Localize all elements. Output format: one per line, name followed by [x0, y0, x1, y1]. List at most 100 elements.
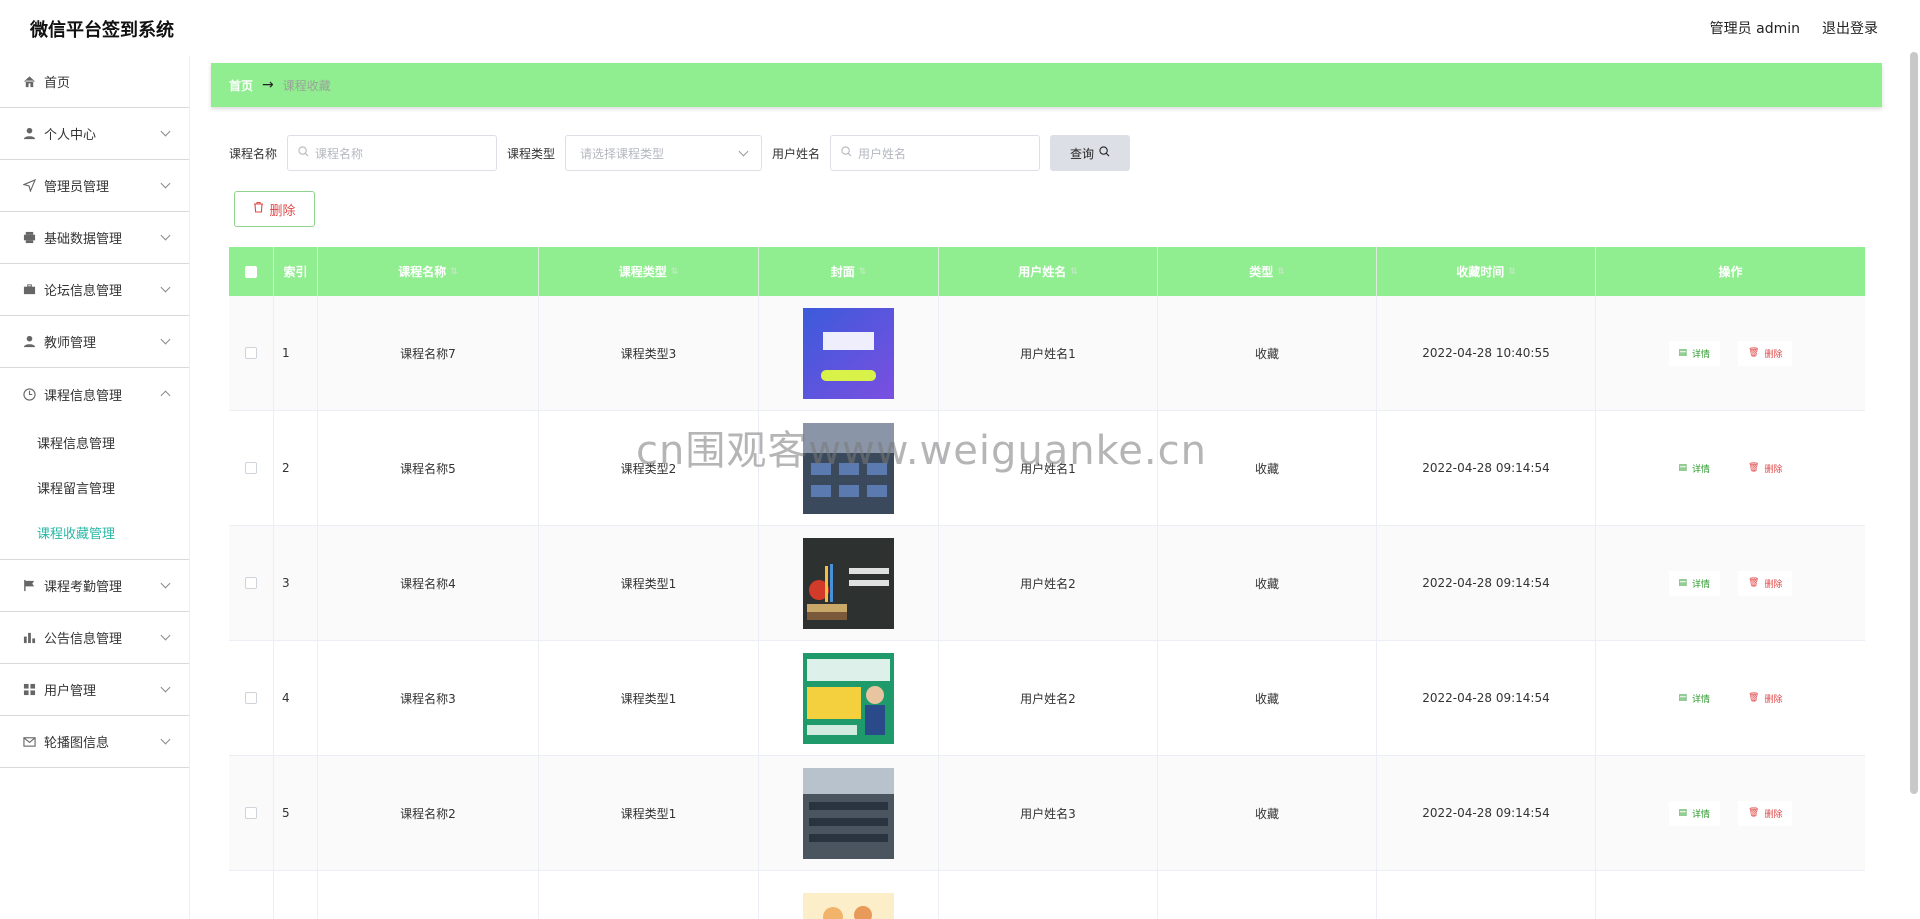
- cell-actions: [1596, 871, 1865, 919]
- detail-button[interactable]: ▤ 详情: [1668, 800, 1721, 826]
- course-type-select[interactable]: 请选择课程类型: [565, 135, 763, 171]
- cell-time: 2022-04-28 09:14:54: [1377, 756, 1596, 870]
- user-name-input[interactable]: 用户姓名: [830, 135, 1041, 171]
- sidebar-item-label: 课程信息管理: [44, 388, 123, 404]
- chevron-down-icon: [160, 178, 171, 189]
- favorites-table: 索引 课程名称 ⇅ 课程类型 ⇅ 封面 ⇅ 用户姓名 ⇅ 类型 ⇅ 收藏时间 ⇅ 操作 1 …: [229, 247, 1865, 919]
- submenu-course-message[interactable]: 课程留言管理: [0, 465, 189, 510]
- header-cover[interactable]: 封面 ⇅: [759, 247, 939, 296]
- header-label: 课程名称: [398, 265, 447, 279]
- page-scrollbar[interactable]: [1910, 52, 1918, 794]
- detail-button[interactable]: ▤ 详情: [1668, 340, 1721, 366]
- header-kind[interactable]: 类型 ⇅: [1158, 247, 1377, 296]
- sidebar-item-course-info[interactable]: 课程信息管理: [0, 368, 189, 420]
- document-icon: ▤: [1678, 693, 1688, 703]
- cell-user-name: 用户姓名3: [939, 756, 1158, 870]
- trash-icon: 🗑: [1748, 693, 1760, 703]
- detail-button[interactable]: ▤ 详情: [1668, 455, 1721, 481]
- header-label: 封面: [830, 265, 855, 279]
- cover-image[interactable]: [803, 767, 894, 859]
- sidebar-item-user[interactable]: 用户管理: [0, 664, 189, 716]
- chevron-down-icon: [160, 734, 171, 745]
- cover-image[interactable]: [803, 893, 894, 919]
- header-course-name[interactable]: 课程名称 ⇅: [318, 247, 539, 296]
- send-icon: [22, 179, 36, 193]
- detail-button[interactable]: ▤ 详情: [1668, 570, 1721, 596]
- course-name-input[interactable]: 课程名称: [287, 135, 498, 171]
- row-checkbox[interactable]: [245, 347, 257, 359]
- document-icon: ▤: [1678, 808, 1688, 818]
- delete-button[interactable]: 🗑 删除: [1738, 570, 1793, 596]
- submenu-course-info[interactable]: 课程信息管理: [0, 420, 189, 465]
- delete-label: 删除: [1764, 579, 1783, 590]
- delete-button[interactable]: 🗑 删除: [1738, 685, 1793, 711]
- sort-icon: ⇅: [450, 266, 458, 277]
- row-checkbox[interactable]: [245, 807, 257, 819]
- sidebar-item-basic-data[interactable]: 基础数据管理: [0, 212, 189, 264]
- cell-index: 1: [274, 296, 318, 410]
- row-checkbox[interactable]: [245, 462, 257, 474]
- cover-image[interactable]: [803, 537, 894, 629]
- sidebar-item-attendance[interactable]: 课程考勤管理: [0, 560, 189, 612]
- cell-course-name: 课程名称5: [318, 411, 539, 525]
- submenu-course-favorite[interactable]: 课程收藏管理: [0, 510, 189, 555]
- sidebar-item-home[interactable]: 首页: [0, 56, 189, 108]
- row-checkbox[interactable]: [245, 692, 257, 704]
- sidebar-item-label: 公告信息管理: [44, 632, 123, 647]
- cover-image[interactable]: [803, 652, 894, 744]
- cell-course-name: 课程名称3: [318, 641, 539, 755]
- sidebar-item-carousel[interactable]: 轮播图信息: [0, 716, 189, 768]
- main-content: 课程名称 课程名称 课程类型 请选择课程类型 用户姓名 用户姓名 查询 删除 索…: [211, 112, 1882, 919]
- batch-delete-button[interactable]: 删除: [234, 191, 315, 227]
- table-row: 4 课程名称3 课程类型1 用户姓名2 收藏 2022-04-28 09:14:…: [229, 641, 1865, 756]
- clock-icon: [22, 387, 36, 401]
- cell-user-name: 用户姓名2: [939, 641, 1158, 755]
- course-name-placeholder: 课程名称: [315, 146, 364, 161]
- sort-icon: ⇅: [1070, 266, 1078, 277]
- sidebar-item-admin-management[interactable]: 管理员管理: [0, 160, 189, 212]
- cell-course-name: 课程名称7: [318, 296, 539, 410]
- cell-cover: [759, 411, 939, 525]
- header-user-name[interactable]: 用户姓名 ⇅: [939, 247, 1158, 296]
- breadcrumb-home[interactable]: 首页: [229, 77, 253, 94]
- cover-image[interactable]: [803, 422, 894, 514]
- printer-icon: [22, 231, 36, 245]
- cell-time: 2022-04-28 09:14:54: [1377, 526, 1596, 640]
- cell-cover: [759, 526, 939, 640]
- table-row: 3 课程名称4 课程类型1 用户姓名2 收藏 2022-04-28 09:14:…: [229, 526, 1865, 641]
- grid-icon: [22, 683, 36, 697]
- sidebar-item-teacher[interactable]: 教师管理: [0, 316, 189, 368]
- delete-button[interactable]: 🗑 删除: [1738, 800, 1793, 826]
- cell-course-type: 课程类型1: [539, 641, 759, 755]
- cover-image[interactable]: [803, 307, 894, 399]
- cell-course-name: 课程名称4: [318, 526, 539, 640]
- header-course-type[interactable]: 课程类型 ⇅: [539, 247, 759, 296]
- table-header: 索引 课程名称 ⇅ 课程类型 ⇅ 封面 ⇅ 用户姓名 ⇅ 类型 ⇅ 收藏时间 ⇅ 操作: [229, 247, 1865, 296]
- sidebar-item-forum[interactable]: 论坛信息管理: [0, 264, 189, 316]
- detail-label: 详情: [1692, 349, 1711, 360]
- sidebar-item-label: 基础数据管理: [44, 232, 123, 247]
- row-checkbox[interactable]: [245, 577, 257, 589]
- delete-button[interactable]: 🗑 删除: [1738, 340, 1793, 366]
- header-time[interactable]: 收藏时间 ⇅: [1377, 247, 1596, 296]
- row-select: [229, 411, 274, 525]
- delete-button[interactable]: 🗑 删除: [1738, 455, 1793, 481]
- detail-button[interactable]: ▤ 详情: [1668, 685, 1721, 711]
- document-icon: ▤: [1678, 463, 1688, 473]
- cell-kind: 收藏: [1158, 526, 1377, 640]
- select-all-checkbox[interactable]: [245, 265, 257, 278]
- cell-course-type: [539, 871, 759, 919]
- sort-icon: ⇅: [858, 266, 867, 277]
- query-button[interactable]: 查询: [1050, 135, 1131, 171]
- sidebar-item-personal-center[interactable]: 个人中心: [0, 108, 189, 160]
- document-icon: ▤: [1678, 348, 1688, 358]
- cell-course-name: 课程名称2: [318, 756, 539, 870]
- current-user[interactable]: 管理员 admin: [1710, 18, 1800, 38]
- course-name-label: 课程名称: [229, 146, 278, 161]
- trash-icon: [253, 201, 264, 217]
- search-icon: [298, 146, 309, 160]
- sidebar-item-announcement[interactable]: 公告信息管理: [0, 612, 189, 664]
- logout-button[interactable]: 退出登录: [1822, 18, 1878, 38]
- course-type-label: 课程类型: [507, 146, 556, 161]
- top-header: 微信平台签到系统 管理员 admin 退出登录: [0, 0, 1920, 56]
